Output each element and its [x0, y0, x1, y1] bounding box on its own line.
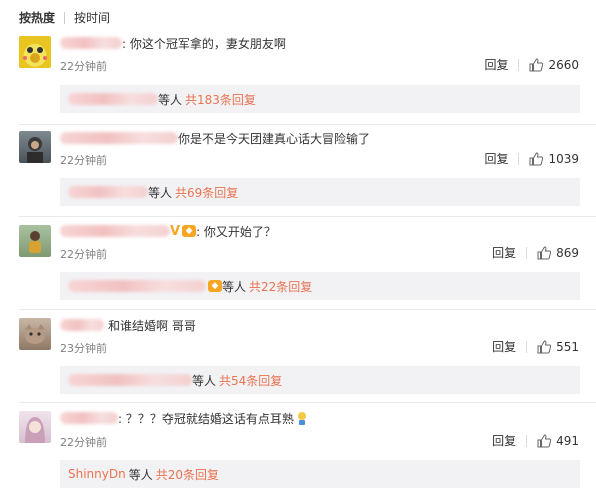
- member-badge-icon: ◆: [182, 225, 197, 237]
- comment-actions: 回复 1039: [484, 150, 579, 167]
- thumbs-up-icon: [537, 245, 552, 259]
- username-blurred[interactable]: [60, 225, 170, 237]
- reply-summary: 等人 共183条回复: [60, 85, 580, 113]
- avatar[interactable]: [19, 131, 51, 163]
- like-count: 1039: [548, 151, 579, 166]
- action-divider: [526, 340, 528, 353]
- comment-time: 23分钟前: [60, 342, 107, 355]
- username-blurred[interactable]: [60, 319, 104, 331]
- like-count: 869: [556, 245, 579, 260]
- reply-deng: 等人: [128, 467, 153, 482]
- reply-username[interactable]: ShinnyDn: [68, 467, 126, 481]
- reply-button[interactable]: 回复: [484, 150, 508, 167]
- avatar-image-icon: [23, 47, 47, 63]
- like-count: 491: [556, 433, 579, 448]
- avatar-image-icon: [27, 137, 43, 163]
- sort-by-time-tab[interactable]: 按时间: [74, 9, 110, 27]
- comment-header: V ◆ : 你又开始了？: [60, 222, 276, 240]
- reply-summary: ◆ 等人 共22条回复: [60, 272, 580, 300]
- comment-header: : 你这个冠军拿的，妻女朋友啊: [60, 34, 286, 52]
- reply-button[interactable]: 回复: [492, 432, 516, 449]
- comment-actions: 回复 869: [492, 244, 579, 261]
- more-replies-link[interactable]: 共20条回复: [156, 466, 219, 483]
- reply-button[interactable]: 回复: [492, 244, 516, 261]
- avatar[interactable]: [19, 318, 51, 350]
- more-replies-link[interactable]: 共22条回复: [249, 278, 312, 295]
- reply-button[interactable]: 回复: [492, 338, 516, 355]
- like-button[interactable]: 869: [537, 246, 579, 260]
- reply-deng: 等人: [192, 373, 217, 388]
- verified-icon: V: [170, 223, 181, 239]
- like-button[interactable]: 2660: [529, 58, 579, 72]
- thumbs-up-icon: [529, 57, 544, 71]
- comment-text: 你是不是今天团建真心话大冒险输了: [178, 131, 371, 146]
- reply-summary: 等人 共54条回复: [60, 366, 580, 394]
- comment-divider: [19, 124, 596, 125]
- reply-user-blurred[interactable]: [68, 93, 158, 105]
- comment-time: 22分钟前: [60, 154, 107, 167]
- username-blurred[interactable]: [60, 37, 122, 49]
- sort-by-hot-tab[interactable]: 按热度: [19, 9, 55, 27]
- emoji-icon: [297, 412, 306, 425]
- comment-time: 22分钟前: [60, 60, 107, 73]
- action-divider: [518, 152, 520, 165]
- action-divider: [526, 434, 528, 447]
- action-divider: [518, 58, 520, 71]
- comment-header: 和谁结婚啊 哥哥: [60, 316, 196, 334]
- comment-divider: [19, 216, 596, 217]
- username-blurred[interactable]: [60, 132, 178, 144]
- comment-text: : ？？？夺冠就结婚这话有点耳熟: [118, 411, 294, 426]
- comment-actions: 回复 491: [492, 432, 579, 449]
- reply-deng: 等人: [222, 279, 247, 294]
- action-divider: [526, 246, 528, 259]
- thumbs-up-icon: [537, 433, 552, 447]
- reply-summary: 等人 共69条回复: [60, 178, 580, 206]
- avatar[interactable]: [19, 411, 51, 443]
- like-count: 2660: [548, 57, 579, 72]
- reply-deng: 等人: [148, 185, 173, 200]
- member-badge-icon: ◆: [208, 280, 222, 292]
- like-button[interactable]: 491: [537, 434, 579, 448]
- comment-header: : ？？？夺冠就结婚这话有点耳熟: [60, 409, 308, 427]
- comment-actions: 回复 551: [492, 338, 579, 355]
- thumbs-up-icon: [537, 339, 552, 353]
- username-blurred[interactable]: [60, 412, 118, 424]
- comment-text: : 你这个冠军拿的，妻女朋友啊: [122, 36, 286, 51]
- comment-header: 你是不是今天团建真心话大冒险输了: [60, 129, 370, 147]
- reply-button[interactable]: 回复: [484, 56, 508, 73]
- like-button[interactable]: 551: [537, 340, 579, 354]
- more-replies-link[interactable]: 共69条回复: [175, 184, 238, 201]
- comment-time: 22分钟前: [60, 248, 107, 261]
- comment-text: : 你又开始了？: [196, 224, 276, 239]
- more-replies-link[interactable]: 共183条回复: [185, 91, 256, 108]
- like-count: 551: [556, 339, 579, 354]
- reply-deng: 等人: [158, 92, 183, 107]
- thumbs-up-icon: [529, 151, 544, 165]
- comment-actions: 回复 2660: [484, 56, 579, 73]
- avatar-image-icon: [25, 324, 45, 344]
- avatar[interactable]: [19, 225, 51, 257]
- comment-time: 22分钟前: [60, 436, 107, 449]
- avatar-image-icon: [29, 231, 41, 253]
- reply-user-blurred[interactable]: [68, 186, 148, 198]
- comment-divider: [19, 402, 596, 403]
- reply-user-blurred[interactable]: [68, 374, 192, 386]
- reply-user-blurred[interactable]: [68, 280, 206, 292]
- reply-summary: ShinnyDn 等人 共20条回复: [60, 460, 580, 488]
- avatar-image-icon: [25, 417, 45, 443]
- sort-divider: [64, 12, 66, 24]
- comment-text: 和谁结婚啊 哥哥: [108, 318, 196, 333]
- like-button[interactable]: 1039: [529, 152, 579, 166]
- avatar[interactable]: [19, 36, 51, 68]
- sort-bar: 按热度 按时间: [19, 9, 110, 27]
- more-replies-link[interactable]: 共54条回复: [219, 372, 282, 389]
- comment-divider: [19, 309, 596, 310]
